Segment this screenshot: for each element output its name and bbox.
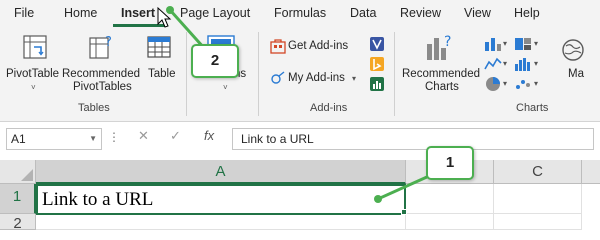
column-chart-caret[interactable]: ▾ bbox=[503, 39, 507, 48]
name-box-value: A1 bbox=[11, 132, 26, 146]
recommended-pivot-icon: ? bbox=[89, 35, 112, 59]
line-chart-caret[interactable]: ▾ bbox=[503, 59, 507, 68]
table-label: Table bbox=[148, 68, 176, 80]
callout-2: 2 bbox=[191, 44, 239, 78]
ribbon-tab-bar: File Home Insert Page Layout Formulas Da… bbox=[0, 0, 600, 28]
name-box[interactable]: A1 ▼ bbox=[6, 128, 102, 150]
scatter-chart-icon[interactable] bbox=[514, 76, 532, 92]
bing-icon[interactable] bbox=[369, 56, 385, 72]
tab-review[interactable]: Review bbox=[400, 6, 441, 20]
cell-b2[interactable] bbox=[406, 214, 494, 230]
tab-data[interactable]: Data bbox=[350, 6, 376, 20]
my-addins-icon bbox=[271, 71, 285, 84]
store-icon bbox=[270, 39, 286, 54]
tab-file[interactable]: File bbox=[14, 6, 34, 20]
tab-page-layout[interactable]: Page Layout bbox=[180, 6, 250, 20]
ribbon: PivotTable ˅ ? Recommended PivotTables T… bbox=[0, 28, 600, 122]
tab-help[interactable]: Help bbox=[514, 6, 540, 20]
pie-chart-icon[interactable] bbox=[484, 76, 502, 92]
group-separator bbox=[186, 32, 187, 116]
svg-text:?: ? bbox=[444, 34, 451, 50]
fill-handle[interactable] bbox=[401, 209, 407, 215]
formula-text: Link to a URL bbox=[241, 132, 314, 146]
cell-a1[interactable]: Link to a URL bbox=[36, 184, 406, 215]
scatter-chart-caret[interactable]: ▾ bbox=[534, 79, 538, 88]
select-all-triangle bbox=[21, 169, 33, 181]
formula-input[interactable]: Link to a URL bbox=[232, 128, 594, 150]
visio-icon[interactable] bbox=[369, 36, 385, 52]
tab-insert[interactable]: Insert bbox=[121, 6, 155, 20]
cell-c1[interactable] bbox=[494, 184, 582, 214]
table-icon bbox=[147, 36, 171, 58]
addins-group-label: Add-ins bbox=[310, 102, 348, 114]
line-chart-icon[interactable] bbox=[484, 56, 502, 72]
illustrations-dropdown-caret[interactable]: ˅ bbox=[223, 83, 228, 92]
column-header-c[interactable]: C bbox=[494, 160, 582, 184]
pie-chart-caret[interactable]: ▾ bbox=[503, 79, 507, 88]
get-addins-label: Get Add-ins bbox=[288, 40, 349, 52]
maps-icon[interactable] bbox=[560, 38, 586, 62]
tables-group-label: Tables bbox=[78, 102, 110, 114]
cell-a2[interactable] bbox=[36, 214, 406, 230]
column-header-d-partial[interactable] bbox=[582, 160, 600, 184]
recommended-pivot-label-2: PivotTables bbox=[73, 81, 132, 93]
pivot-table-dropdown-caret[interactable]: ˅ bbox=[31, 83, 36, 92]
cancel-entry-button[interactable]: ✕ bbox=[138, 128, 149, 144]
statistic-chart-caret[interactable]: ▾ bbox=[534, 59, 538, 68]
statistic-chart-icon[interactable] bbox=[514, 56, 532, 72]
my-addins-dropdown-caret[interactable]: ▾ bbox=[352, 74, 356, 83]
tab-formulas[interactable]: Formulas bbox=[274, 6, 326, 20]
recommended-charts-label-1: Recommended bbox=[402, 68, 480, 80]
svg-text:?: ? bbox=[105, 35, 112, 50]
hierarchy-chart-caret[interactable]: ▾ bbox=[534, 39, 538, 48]
cell-c2[interactable] bbox=[494, 214, 582, 230]
pivot-table-icon bbox=[23, 35, 47, 59]
column-chart-icon[interactable] bbox=[484, 36, 502, 52]
cell-a1-text: Link to a URL bbox=[42, 189, 154, 210]
tab-home[interactable]: Home bbox=[64, 6, 97, 20]
select-all-corner[interactable] bbox=[0, 160, 36, 184]
charts-group-label: Charts bbox=[516, 102, 549, 114]
recommended-pivot-label-1: Recommended bbox=[62, 68, 140, 80]
people-graph-icon[interactable] bbox=[369, 76, 385, 92]
formula-bar: A1 ▼ ⋮ ✕ ✓ fx Link to a URL bbox=[0, 122, 600, 156]
group-separator bbox=[394, 32, 395, 116]
row-header-2[interactable]: 2 bbox=[0, 214, 36, 232]
enter-entry-button[interactable]: ✓ bbox=[170, 128, 181, 144]
worksheet-grid: A B C 1 2 Link to a URL bbox=[0, 156, 600, 232]
active-tab-indicator bbox=[113, 24, 165, 27]
recommended-charts-icon: ? bbox=[427, 34, 451, 60]
pivot-table-label: PivotTable bbox=[6, 68, 60, 80]
tab-view[interactable]: View bbox=[464, 6, 491, 20]
insert-function-button[interactable]: fx bbox=[204, 128, 214, 143]
formula-bar-resize-handle[interactable]: ⋮ bbox=[108, 130, 121, 144]
callout-1: 1 bbox=[426, 146, 474, 180]
recommended-charts-label-2: Charts bbox=[425, 81, 459, 93]
row-header-1[interactable]: 1 bbox=[0, 184, 36, 214]
my-addins-label: My Add-ins bbox=[288, 72, 345, 84]
hierarchy-chart-icon[interactable] bbox=[514, 36, 532, 52]
maps-label-partial: Ma bbox=[568, 68, 584, 80]
name-box-dropdown-caret[interactable]: ▼ bbox=[89, 134, 97, 143]
cell-b1[interactable] bbox=[406, 184, 494, 214]
group-separator bbox=[258, 32, 259, 116]
column-header-a[interactable]: A bbox=[36, 160, 406, 184]
